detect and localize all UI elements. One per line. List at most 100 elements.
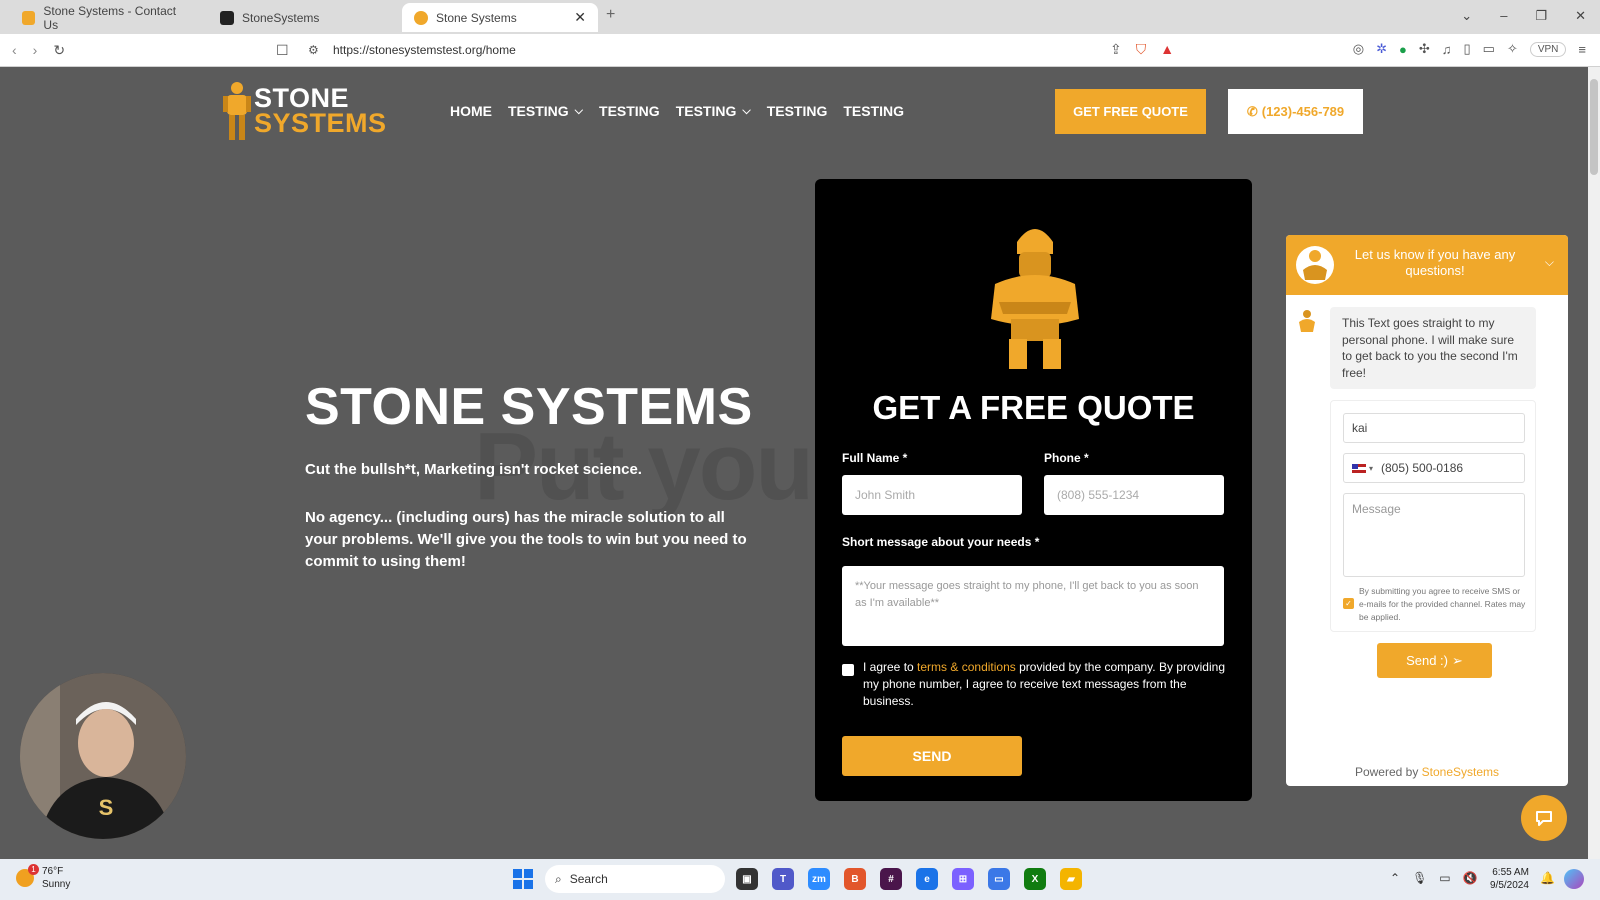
webcam-overlay: S <box>20 673 186 839</box>
chat-form: kai ▾ (805) 500-0186 Message ✓ By submit… <box>1330 400 1536 632</box>
weather-widget[interactable]: 1 76°F Sunny <box>16 864 70 891</box>
file-explorer-icon[interactable]: ▰ <box>1060 868 1082 890</box>
close-window-icon[interactable]: ✕ <box>1575 8 1586 24</box>
chevron-down-icon[interactable]: ⌵ <box>1545 255 1554 270</box>
site-settings-icon[interactable]: ⚙ <box>308 43 319 57</box>
message-textarea[interactable]: **Your message goes straight to my phone… <box>842 566 1224 646</box>
app-grid-icon[interactable]: ⊞ <box>952 868 974 890</box>
tab-list-chevron-icon[interactable]: ⌄ <box>1461 8 1472 24</box>
close-icon[interactable]: ✕ <box>574 9 586 26</box>
send-arrow-icon: ➢ <box>1452 652 1463 668</box>
phone-button[interactable]: ✆ (123)-456-789 <box>1228 89 1363 134</box>
message-label: Short message about your needs * <box>842 535 1040 549</box>
nav-item-testing[interactable]: TESTING <box>843 103 904 119</box>
agree-prefix: I agree to <box>863 660 918 674</box>
extension-icon[interactable]: ◎ <box>1353 41 1364 57</box>
extensions-toolbar: ◎ ✲ ● ✣ ♫ ▯ ▭ ✧ VPN ≡ <box>1353 41 1586 57</box>
nav-item-testing[interactable]: TESTING <box>767 103 828 119</box>
chat-header[interactable]: Let us know if you have any questions! ⌵ <box>1286 235 1568 295</box>
quote-form-title: GET A FREE QUOTE <box>872 389 1195 426</box>
task-view-icon[interactable]: ▣ <box>736 868 758 890</box>
extension-icon[interactable]: ● <box>1399 42 1407 57</box>
chat-name-input[interactable]: kai <box>1343 413 1525 443</box>
send-button[interactable]: SEND <box>842 736 1022 776</box>
main-nav: HOME TESTING ⌵ TESTING TESTING ⌵ TESTING T… <box>450 103 904 119</box>
nav-item-testing[interactable]: TESTING <box>599 103 660 119</box>
copilot-icon[interactable] <box>1564 869 1584 889</box>
brave-browser-icon[interactable]: B <box>844 868 866 890</box>
volume-muted-icon[interactable]: 🔇 <box>1463 871 1478 885</box>
browser-tab-bar: Stone Systems - Contact Us StoneSystems … <box>0 0 1600 34</box>
search-icon: ⌕ <box>555 871 562 886</box>
logo-wordmark: STONE SYSTEMS <box>254 85 387 137</box>
svg-text:S: S <box>99 795 114 820</box>
get-free-quote-button[interactable]: GET FREE QUOTE <box>1055 89 1206 134</box>
chat-message-input[interactable]: Message <box>1343 493 1525 577</box>
back-icon[interactable]: ‹ <box>12 42 17 59</box>
bookmark-icon[interactable]: ☐ <box>276 42 289 59</box>
restore-icon[interactable]: ❐ <box>1535 8 1547 24</box>
music-icon[interactable]: ♫ <box>1442 42 1452 57</box>
menu-icon[interactable]: ≡ <box>1578 42 1586 57</box>
phone-input[interactable]: (808) 555-1234 <box>1044 475 1224 515</box>
chevron-down-icon[interactable]: ▾ <box>1369 464 1373 473</box>
zoom-icon[interactable]: zm <box>808 868 830 890</box>
taskbar-clock[interactable]: 6:55 AM 9/5/2024 <box>1490 866 1529 892</box>
consent-text: By submitting you agree to receive SMS o… <box>1359 586 1526 622</box>
chat-launcher-button[interactable] <box>1521 795 1567 841</box>
terms-agreement-text: I agree to terms & conditions provided b… <box>863 659 1225 710</box>
scrollbar-thumb[interactable] <box>1590 79 1598 175</box>
avatar <box>1296 246 1334 284</box>
nav-item-testing[interactable]: TESTING ⌵ <box>676 103 751 119</box>
web-page: STONE SYSTEMS HOME TESTING ⌵ TESTING TEST… <box>0 67 1588 859</box>
extension-icon[interactable]: ✲ <box>1376 41 1387 57</box>
chat-bubble-icon <box>1536 811 1552 826</box>
reload-icon[interactable]: ↻ <box>53 42 65 59</box>
windows-start-icon[interactable] <box>513 869 533 889</box>
vpn-button[interactable]: VPN <box>1529 41 1567 57</box>
chat-widget: Let us know if you have any questions! ⌵… <box>1286 235 1568 786</box>
consent-checkbox[interactable]: ✓ <box>1343 598 1354 609</box>
forward-icon[interactable]: › <box>33 42 38 59</box>
share-icon[interactable]: ⇪ <box>1110 41 1122 58</box>
slack-icon[interactable]: # <box>880 868 902 890</box>
puzzle-icon[interactable]: ✣ <box>1419 41 1430 57</box>
chat-phone-input[interactable]: ▾ (805) 500-0186 <box>1343 453 1525 483</box>
sidebar-icon[interactable]: ▯ <box>1463 41 1470 57</box>
notification-bell-icon[interactable]: 🔔 <box>1540 871 1555 885</box>
page-scrollbar[interactable] <box>1588 67 1600 859</box>
nav-label: TESTING <box>675 103 737 119</box>
nav-item-testing[interactable]: TESTING ⌵ <box>508 103 583 119</box>
browser-tab-active[interactable]: Stone Systems ✕ <box>402 3 598 32</box>
nav-item-home[interactable]: HOME <box>450 103 492 119</box>
terms-link[interactable]: terms & conditions <box>917 660 1016 674</box>
full-name-input[interactable]: John Smith <box>842 475 1022 515</box>
minimize-icon[interactable]: – <box>1500 8 1507 24</box>
url-field[interactable]: https://stonesystemstest.org/home <box>333 43 516 57</box>
browser-tab[interactable]: StoneSystems <box>208 3 398 32</box>
xbox-icon[interactable]: X <box>1024 868 1046 890</box>
new-tab-icon[interactable]: + <box>606 6 615 24</box>
edge-icon[interactable]: e <box>916 868 938 890</box>
shield-icon[interactable]: ⛉ <box>1136 41 1147 58</box>
leo-icon[interactable]: ✧ <box>1507 41 1518 57</box>
teams-icon[interactable]: T <box>772 868 794 890</box>
us-flag-icon <box>1352 463 1366 473</box>
chat-phone-value: (805) 500-0186 <box>1381 461 1464 475</box>
site-favicon-icon <box>414 10 428 25</box>
remote-desktop-icon[interactable]: ▭ <box>988 868 1010 890</box>
network-icon[interactable]: ▭ <box>1439 871 1450 885</box>
taskbar-search[interactable]: ⌕ Search <box>545 865 725 893</box>
site-logo[interactable]: STONE SYSTEMS <box>222 80 387 142</box>
browser-tab[interactable]: Stone Systems - Contact Us <box>10 3 200 32</box>
chat-send-button[interactable]: Send :) ➢ <box>1377 643 1492 678</box>
wallet-icon[interactable]: ▭ <box>1483 41 1495 57</box>
microphone-icon[interactable]: 🎙 <box>1412 871 1427 885</box>
chat-send-label: Send :) <box>1406 653 1448 668</box>
powered-brand-link[interactable]: StoneSystems <box>1422 765 1499 779</box>
tab-title: StoneSystems <box>242 10 320 25</box>
mascot-mini-icon <box>1299 310 1315 332</box>
chevron-up-icon[interactable]: ⌃ <box>1390 871 1400 885</box>
terms-checkbox[interactable] <box>842 664 854 676</box>
rewards-triangle-icon[interactable]: ▲ <box>1160 41 1174 58</box>
